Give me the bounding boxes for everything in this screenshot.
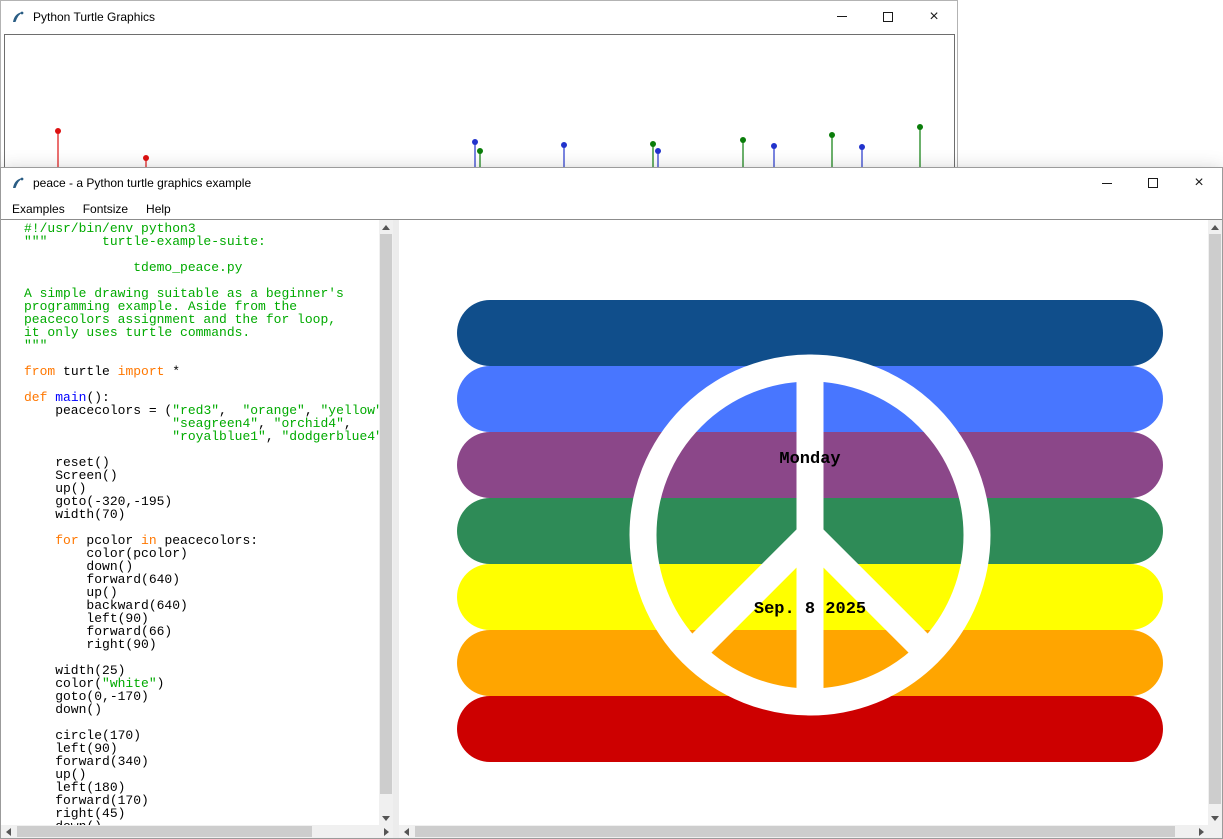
canvas-hscroll-thumb[interactable] <box>415 826 1175 837</box>
code-vscroll-thumb[interactable] <box>380 234 392 794</box>
code-line: down() <box>24 703 379 716</box>
minimize-icon <box>1102 183 1112 184</box>
minimize-button[interactable] <box>1084 168 1130 198</box>
code-line: width(70) <box>24 508 379 521</box>
scroll-left-icon[interactable] <box>1 825 15 838</box>
scroll-up-icon[interactable] <box>379 220 393 234</box>
code-vertical-scrollbar[interactable] <box>379 220 393 825</box>
menubar: Examples Fontsize Help <box>1 198 1222 220</box>
front-window-controls: × <box>1084 168 1222 198</box>
peace-demo-window: peace - a Python turtle graphics example… <box>0 167 1223 839</box>
menu-examples[interactable]: Examples <box>3 199 74 219</box>
scroll-right-icon[interactable] <box>379 825 393 838</box>
resize-grip[interactable] <box>1208 825 1222 838</box>
turtle-icon <box>11 176 25 190</box>
scroll-right-icon[interactable] <box>1194 825 1208 838</box>
close-icon: × <box>929 9 938 25</box>
scroll-up-icon[interactable] <box>1208 220 1222 234</box>
canvas-vscroll-thumb[interactable] <box>1209 234 1221 804</box>
front-window-titlebar[interactable]: peace - a Python turtle graphics example… <box>1 168 1222 198</box>
front-window-title: peace - a Python turtle graphics example <box>33 176 251 190</box>
minimize-icon <box>837 16 847 17</box>
bottom-scrollbars <box>1 825 1222 838</box>
code-line: tdemo_peace.py <box>24 261 379 274</box>
code-horizontal-scrollbar[interactable] <box>1 825 393 838</box>
code-line: from turtle import * <box>24 365 379 378</box>
canvas-vertical-scrollbar[interactable] <box>1208 220 1222 825</box>
maximize-button[interactable] <box>1130 168 1176 198</box>
back-window-controls: × <box>819 1 957 32</box>
canvas-horizontal-scrollbar[interactable] <box>399 825 1208 838</box>
minimize-button[interactable] <box>819 1 865 32</box>
close-button[interactable]: × <box>1176 168 1222 198</box>
scroll-down-icon[interactable] <box>379 811 393 825</box>
weekday-label: Monday <box>779 450 840 469</box>
close-button[interactable]: × <box>911 1 957 32</box>
maximize-icon <box>883 12 893 22</box>
back-window-titlebar[interactable]: Python Turtle Graphics × <box>1 1 957 32</box>
peace-drawing: Monday Sep. 8 2025 <box>399 220 1208 825</box>
code-line: right(90) <box>24 638 379 651</box>
code-line: it only uses turtle commands. <box>24 326 379 339</box>
maximize-button[interactable] <box>865 1 911 32</box>
date-label: Sep. 8 2025 <box>754 600 866 619</box>
code-hscroll-thumb[interactable] <box>17 826 312 837</box>
main-content: #!/usr/bin/env python3""" turtle-example… <box>1 220 1222 825</box>
menu-help[interactable]: Help <box>137 199 180 219</box>
code-line: "royalblue1", "dodgerblue4") <box>24 430 379 443</box>
canvas-hscroll-track[interactable] <box>413 825 1194 838</box>
back-window-title: Python Turtle Graphics <box>33 10 155 24</box>
source-code-pane[interactable]: #!/usr/bin/env python3""" turtle-example… <box>1 220 379 825</box>
code-hscroll-track[interactable] <box>15 825 379 838</box>
menu-fontsize[interactable]: Fontsize <box>74 199 137 219</box>
turtle-icon <box>11 10 25 24</box>
code-line: """ turtle-example-suite: <box>24 235 379 248</box>
peace-canvas: Monday Sep. 8 2025 <box>399 220 1208 825</box>
scroll-left-icon[interactable] <box>399 825 413 838</box>
scroll-down-icon[interactable] <box>1208 811 1222 825</box>
maximize-icon <box>1148 178 1158 188</box>
close-icon: × <box>1194 175 1203 191</box>
code-line: """ <box>24 339 379 352</box>
